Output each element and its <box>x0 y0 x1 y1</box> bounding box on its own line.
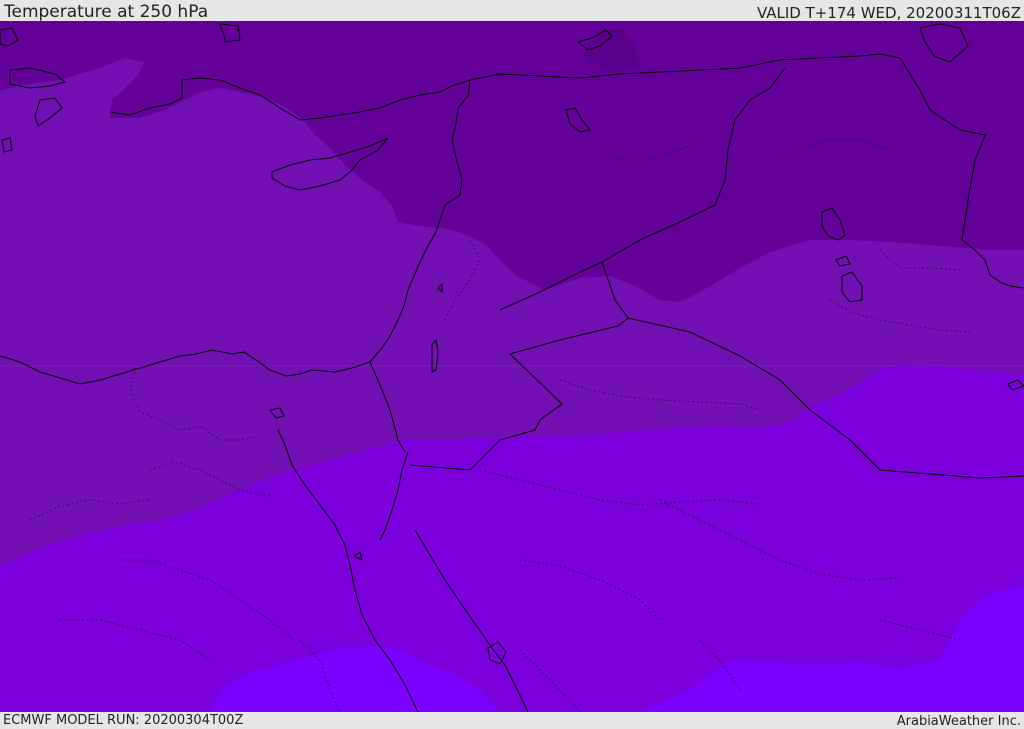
map-canvas <box>0 21 1024 712</box>
credit-label: ArabiaWeather Inc. <box>896 714 1021 729</box>
valid-time: VALID T+174 WED, 20200311T06Z <box>756 4 1021 22</box>
weather-map[interactable] <box>0 21 1024 712</box>
map-title: Temperature at 250 hPa <box>4 2 209 22</box>
footer-bar: ECMWF MODEL RUN: 20200304T00Z ArabiaWeat… <box>0 712 1024 729</box>
model-run-label: ECMWF MODEL RUN: 20200304T00Z <box>3 713 244 728</box>
header-bar: Temperature at 250 hPa VALID T+174 WED, … <box>0 0 1024 21</box>
